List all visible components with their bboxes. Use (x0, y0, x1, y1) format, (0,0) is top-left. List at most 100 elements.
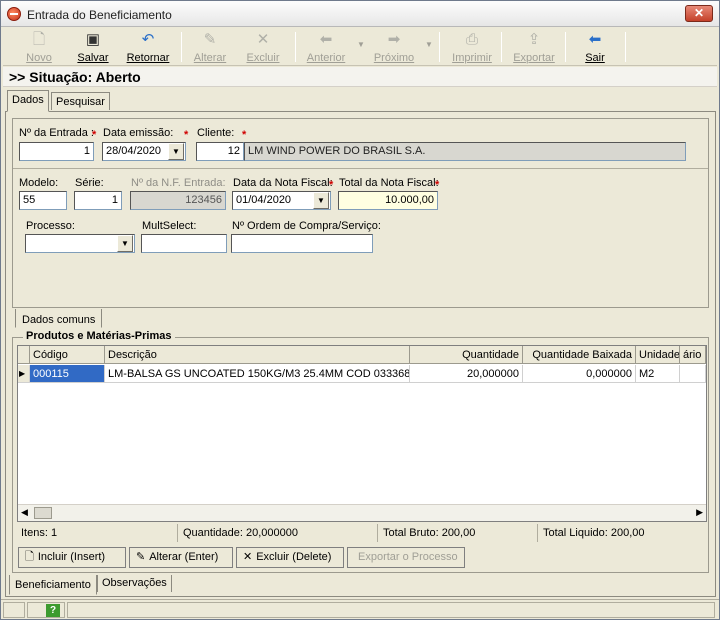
tab-beneficiamento[interactable]: Beneficiamento (9, 575, 97, 595)
status-panel (67, 602, 715, 618)
alterar-item-button[interactable]: ✎ Alterar (Enter) (129, 547, 233, 568)
scroll-left-icon[interactable]: ◀ (21, 507, 28, 518)
nf-entrada-field: 123456 (130, 191, 226, 210)
tab-dados[interactable]: Dados (7, 90, 49, 112)
required-marker: * (329, 179, 334, 191)
table-row-descricao[interactable]: LM-BALSA GS UNCOATED 150KG/M3 25.4MM COD… (105, 365, 410, 383)
data-nf-field[interactable]: 01/04/2020 ▼ (232, 191, 331, 210)
imprimir-button[interactable]: ⎙ Imprimir (449, 29, 495, 65)
total-bruto: Total Bruto: 200,00 (383, 527, 476, 539)
situation-header: >> Situação: Aberto (3, 67, 717, 87)
right-arrow-icon: ➡ (387, 31, 401, 48)
column-header-unidade[interactable]: Unidade (636, 346, 680, 364)
cliente-code-field[interactable]: 12 (196, 142, 244, 161)
tab-pesquisar[interactable]: Pesquisar (51, 92, 110, 110)
incluir-button[interactable]: 🗋 Incluir (Insert) (18, 547, 126, 568)
status-panel (3, 602, 25, 618)
chevron-down-icon[interactable]: ▼ (313, 192, 329, 209)
chevron-down-icon[interactable]: ▼ (117, 235, 133, 252)
salvar-button[interactable]: ▣ Salvar (73, 29, 113, 65)
processo-label: Processo: (26, 220, 75, 232)
total-nf-label: Total da Nota Fiscal: (339, 177, 439, 189)
total-liquido: Total Liquido: 200,00 (543, 527, 645, 539)
status-panel: ? (27, 602, 65, 618)
data-emissao-value: 28/04/2020 (106, 145, 162, 157)
excluir-button[interactable]: ✕ Excluir (241, 29, 285, 65)
data-nf-value: 01/04/2020 (236, 194, 292, 206)
export-icon: ⇪ (527, 31, 541, 48)
status-bar: ? (1, 599, 719, 619)
processo-select[interactable]: ▼ (25, 234, 135, 253)
multiselect-label: MultSelect: (142, 220, 197, 232)
serie-field[interactable]: 1 (74, 191, 122, 210)
edit-icon: ✎ (203, 31, 217, 48)
n-entrada-field[interactable]: 1 (19, 142, 94, 161)
scroll-right-icon[interactable]: ▶ (696, 507, 703, 518)
anterior-button[interactable]: ⬅ Anterior (303, 29, 349, 65)
excluir-item-button[interactable]: ✕ Excluir (Delete) (236, 547, 344, 568)
total-nf-field[interactable]: 10.000,00 (338, 191, 438, 210)
toolbar-separator (181, 32, 182, 62)
novo-button[interactable]: 🗋 Novo (21, 29, 57, 65)
cliente-label: Cliente: (197, 127, 235, 139)
table-row-quantidade[interactable]: 20,000000 (410, 365, 523, 383)
chevron-down-icon[interactable]: ▼ (168, 143, 184, 160)
total-quantidade: Quantidade: 20,000000 (183, 527, 298, 539)
table-row-unidade[interactable]: M2 (636, 365, 680, 383)
exit-arrow-icon: ⬅ (588, 31, 602, 48)
multiselect-field[interactable] (141, 234, 227, 253)
serie-label: Série: (75, 177, 104, 189)
close-window-button[interactable]: ✕ (685, 5, 713, 22)
exportar-processo-button[interactable]: Exportar o Processo (347, 547, 465, 568)
toolbar-separator (565, 32, 566, 62)
toolbar-separator (625, 32, 626, 62)
new-document-icon: 🗋 (32, 31, 46, 48)
column-header-codigo[interactable]: Código (30, 346, 105, 364)
column-header-extra[interactable]: ário (680, 346, 706, 364)
toolbar-separator (439, 32, 440, 62)
tab-observacoes[interactable]: Observações (97, 575, 172, 592)
totals-divider (377, 524, 378, 542)
anterior-dropdown-icon[interactable]: ▼ (357, 40, 365, 49)
subtab-dados-comuns[interactable]: Dados comuns (15, 309, 103, 328)
undo-arrow-icon: ↶ (141, 31, 155, 48)
scrollbar-thumb[interactable] (34, 507, 52, 519)
proximo-dropdown-icon[interactable]: ▼ (425, 40, 433, 49)
nf-entrada-label: Nº da N.F. Entrada: (131, 177, 226, 189)
column-header-quantidade-baixada[interactable]: Quantidade Baixada (523, 346, 636, 364)
required-marker: * (184, 129, 189, 141)
proximo-button[interactable]: ➡ Próximo (371, 29, 417, 65)
products-grid: Código Descrição Quantidade Quantidade B… (17, 345, 707, 522)
table-row-extra[interactable] (680, 365, 706, 383)
title-bar: Entrada do Beneficiamento ✕ (1, 1, 719, 27)
required-marker: * (242, 129, 247, 141)
sair-button[interactable]: ⬅ Sair (577, 29, 613, 65)
x-delete-icon: ✕ (243, 551, 253, 563)
edit-icon: ✎ (136, 551, 146, 563)
totals-divider (177, 524, 178, 542)
products-group-title: Produtos e Matérias-Primas (23, 330, 175, 342)
alterar-button[interactable]: ✎ Alterar (189, 29, 231, 65)
retornar-button[interactable]: ↶ Retornar (123, 29, 173, 65)
row-indicator-header (18, 346, 30, 364)
toolbar-separator (501, 32, 502, 62)
column-header-quantidade[interactable]: Quantidade (410, 346, 523, 364)
ordem-label: Nº Ordem de Compra/Serviço: (232, 220, 381, 232)
required-marker: * (435, 179, 440, 191)
column-header-descricao[interactable]: Descrição (105, 346, 410, 364)
table-row-codigo[interactable]: 000115 (30, 365, 105, 383)
modelo-label: Modelo: (19, 177, 59, 189)
ordem-field[interactable] (231, 234, 373, 253)
help-icon[interactable]: ? (46, 604, 60, 617)
x-delete-icon: ✕ (256, 31, 270, 48)
data-emissao-field[interactable]: 28/04/2020 ▼ (102, 142, 186, 161)
toolbar-separator (295, 32, 296, 62)
total-itens: Itens: 1 (21, 527, 58, 539)
required-marker: * (92, 129, 97, 141)
horizontal-scrollbar[interactable]: ◀ ▶ (18, 504, 706, 521)
printer-icon: ⎙ (465, 31, 478, 48)
exportar-button[interactable]: ⇪ Exportar (509, 29, 559, 65)
totals-divider (537, 524, 538, 542)
table-row-baixada[interactable]: 0,000000 (523, 365, 636, 383)
modelo-field[interactable]: 55 (19, 191, 67, 210)
